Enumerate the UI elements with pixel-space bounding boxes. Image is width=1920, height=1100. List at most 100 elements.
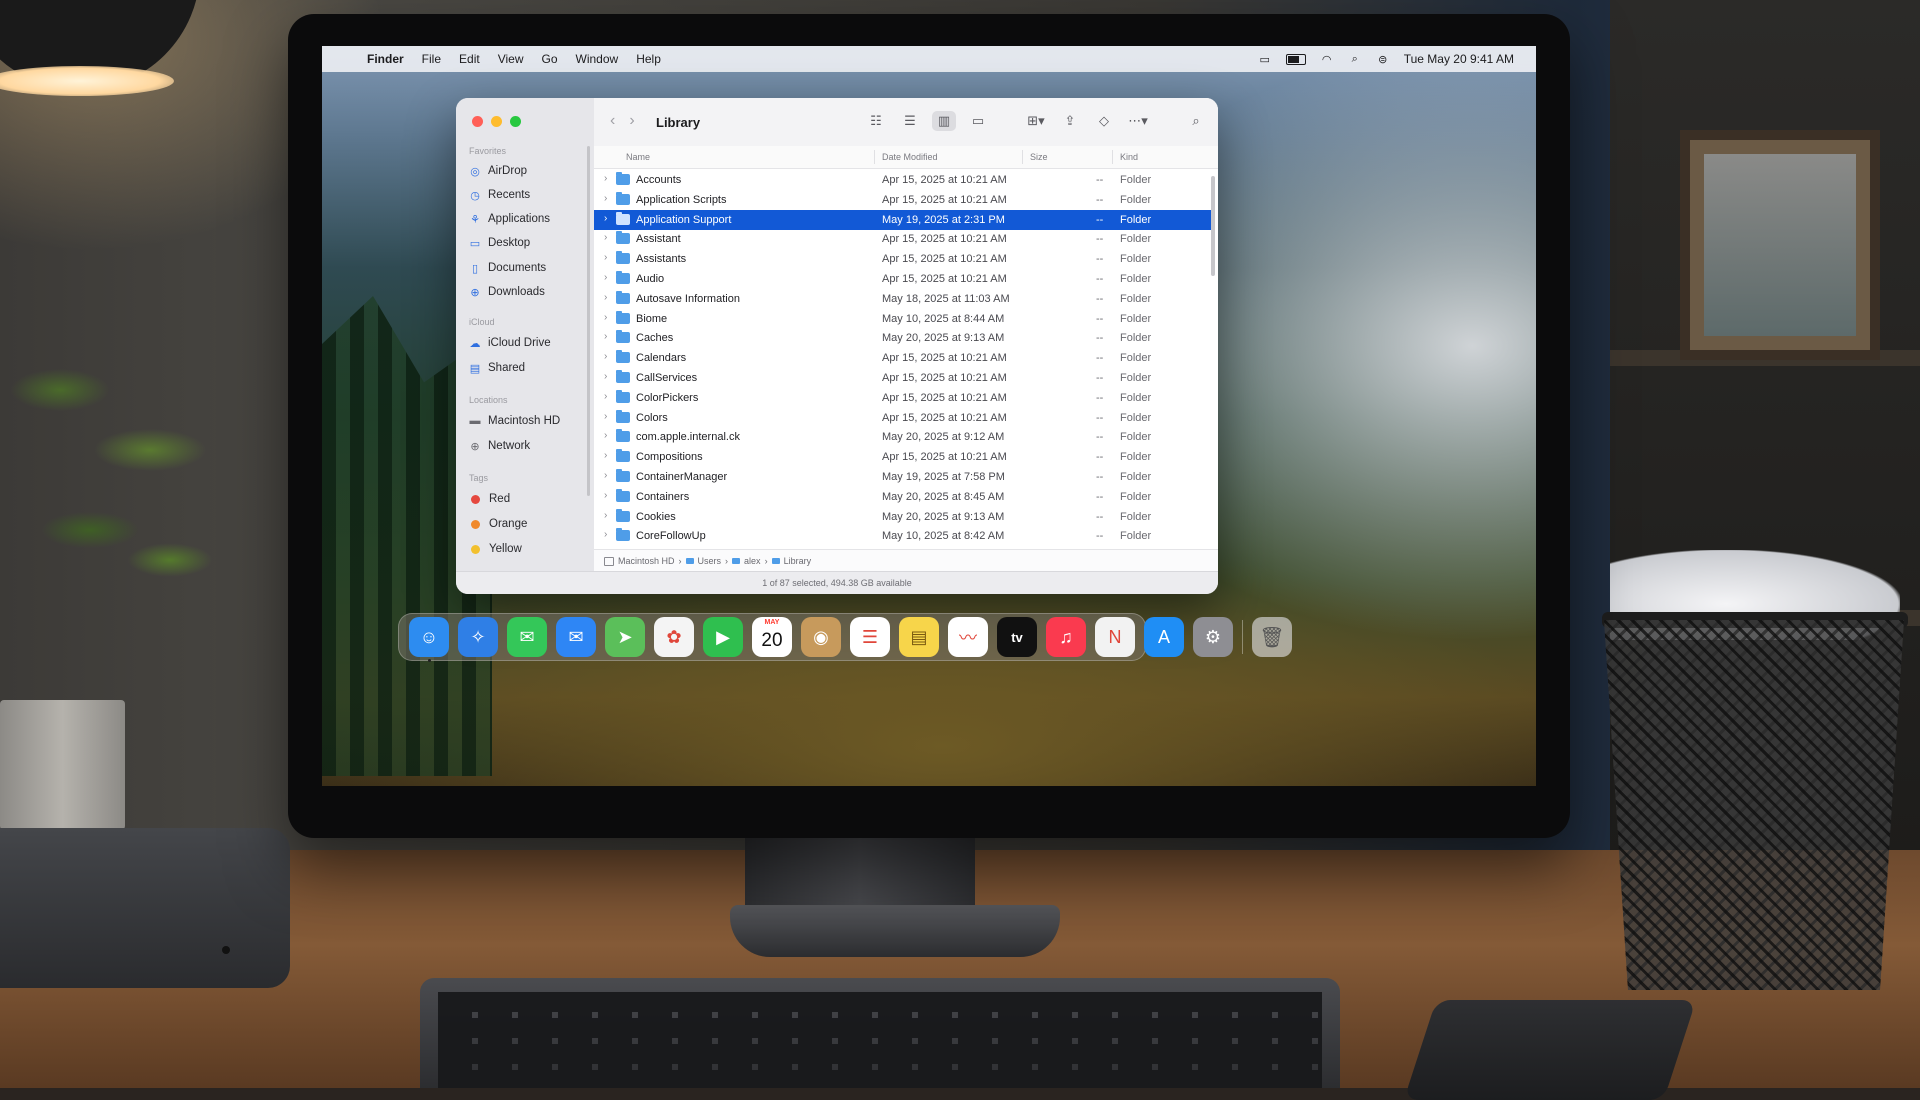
wifi-icon[interactable]: ◠ bbox=[1320, 54, 1334, 66]
table-row[interactable]: › CallServices Apr 15, 2025 at 10:21 AM -- F… bbox=[594, 368, 1212, 388]
sidebar-item-macintosh-hd[interactable]: ▬ Macintosh HD bbox=[469, 412, 561, 430]
table-row[interactable]: › Cookies May 20, 2025 at 9:13 AM -- Folder bbox=[594, 507, 1212, 527]
sidebar-item-shared[interactable]: ▤ Shared bbox=[469, 359, 525, 377]
calendar-icon[interactable]: MAY 20 bbox=[752, 617, 792, 657]
table-row[interactable]: › Application Scripts Apr 15, 2025 at 10:2… bbox=[594, 190, 1212, 210]
table-row[interactable]: › Application Support May 19, 2025 at 2:31… bbox=[594, 209, 1212, 230]
table-row[interactable]: › Colors Apr 15, 2025 at 10:21 AM -- Folder bbox=[594, 408, 1212, 428]
trash-icon[interactable]: 🗑 bbox=[1252, 617, 1292, 657]
disclosure-chevron-icon[interactable]: › bbox=[604, 272, 607, 283]
table-row[interactable]: › CoreFollowUp May 10, 2025 at 8:42 AM -- Fo… bbox=[594, 526, 1212, 546]
sidebar-item-icloud-drive[interactable]: ☁ iCloud Drive bbox=[469, 334, 551, 352]
spotlight-search-icon[interactable]: ⌕ bbox=[1348, 53, 1362, 65]
disclosure-chevron-icon[interactable]: › bbox=[604, 232, 607, 243]
sidebar-item-tag-orange[interactable]: Orange bbox=[469, 515, 527, 533]
more-actions-icon[interactable]: ⋯▾ bbox=[1126, 111, 1150, 131]
path-item-alex[interactable]: alex bbox=[744, 556, 761, 566]
disclosure-chevron-icon[interactable]: › bbox=[604, 411, 607, 422]
close-window-button[interactable] bbox=[472, 116, 483, 127]
table-row[interactable]: › Accounts Apr 15, 2025 at 10:21 AM -- Folde… bbox=[594, 170, 1212, 190]
minimize-window-button[interactable] bbox=[491, 116, 502, 127]
sidebar-item-applications[interactable]: ⚘ Applications bbox=[469, 210, 550, 228]
disclosure-chevron-icon[interactable]: › bbox=[604, 331, 607, 342]
table-row[interactable]: › Assistant Apr 15, 2025 at 10:21 AM -- Fold… bbox=[594, 229, 1212, 249]
list-view-icon[interactable]: ☰ bbox=[898, 111, 922, 131]
photos-icon[interactable]: ✿ bbox=[654, 617, 694, 657]
disclosure-chevron-icon[interactable]: › bbox=[604, 529, 607, 540]
disclosure-chevron-icon[interactable]: › bbox=[604, 193, 607, 204]
news-icon[interactable]: N bbox=[1095, 617, 1135, 657]
table-row[interactable]: › Calendars Apr 15, 2025 at 10:21 AM -- Fold… bbox=[594, 348, 1212, 368]
path-item-library[interactable]: Library bbox=[784, 556, 812, 566]
reminders-icon[interactable]: ☰ bbox=[850, 617, 890, 657]
menu-bar-clock[interactable]: Tue May 20 9:41 AM bbox=[1404, 52, 1514, 66]
battery-icon[interactable] bbox=[1285, 53, 1306, 65]
table-row[interactable]: › Compositions Apr 15, 2025 at 10:21 AM -- F… bbox=[594, 447, 1212, 467]
table-row[interactable]: › ColorPickers Apr 15, 2025 at 10:21 AM -- F… bbox=[594, 388, 1212, 408]
music-icon[interactable]: ♫ bbox=[1046, 617, 1086, 657]
disclosure-chevron-icon[interactable]: › bbox=[604, 371, 607, 382]
column-header-date-modified[interactable]: Date Modified bbox=[882, 152, 938, 162]
group-by-icon[interactable]: ⊞▾ bbox=[1024, 111, 1048, 131]
sidebar-item-downloads[interactable]: ⊕ Downloads bbox=[469, 283, 545, 301]
disclosure-chevron-icon[interactable]: › bbox=[604, 252, 607, 263]
sidebar-item-tag-yellow[interactable]: Yellow bbox=[469, 540, 522, 558]
column-view-icon[interactable]: ▥ bbox=[932, 111, 956, 131]
contacts-icon[interactable]: ◉ bbox=[801, 617, 841, 657]
back-chevron-icon[interactable]: ‹ bbox=[610, 112, 615, 130]
sidebar-item-documents[interactable]: ▯ Documents bbox=[469, 259, 546, 277]
tag-icon[interactable]: ◇ bbox=[1092, 111, 1116, 131]
apple-tv-icon[interactable]: tv bbox=[997, 617, 1037, 657]
sidebar-item-network[interactable]: ⊕ Network bbox=[469, 437, 530, 455]
system-settings-icon[interactable]: ⚙ bbox=[1193, 617, 1233, 657]
table-row[interactable]: › Audio Apr 15, 2025 at 10:21 AM -- Folder bbox=[594, 269, 1212, 289]
table-row[interactable]: › Autosave Information May 18, 2025 at 11:… bbox=[594, 289, 1212, 309]
table-row[interactable]: › ContainerManager May 19, 2025 at 7:58 PM… bbox=[594, 467, 1212, 487]
sidebar-item-desktop[interactable]: ▭ Desktop bbox=[469, 234, 530, 252]
disclosure-chevron-icon[interactable]: › bbox=[604, 173, 607, 184]
disclosure-chevron-icon[interactable]: › bbox=[604, 510, 607, 521]
path-item-users[interactable]: Users bbox=[698, 556, 722, 566]
disclosure-chevron-icon[interactable]: › bbox=[604, 391, 607, 402]
finder-icon[interactable]: ☺ bbox=[409, 617, 449, 662]
forward-chevron-icon[interactable]: › bbox=[629, 112, 634, 130]
app-store-icon[interactable]: A bbox=[1144, 617, 1184, 657]
mail-icon[interactable]: ✉ bbox=[556, 617, 596, 657]
menu-edit[interactable]: Edit bbox=[450, 52, 489, 66]
gallery-view-icon[interactable]: ▭ bbox=[966, 111, 990, 131]
column-header-name[interactable]: Name bbox=[626, 152, 650, 162]
facetime-icon[interactable]: ▶ bbox=[703, 617, 743, 657]
screen-mirroring-icon[interactable]: ▭ bbox=[1258, 54, 1272, 66]
disclosure-chevron-icon[interactable]: › bbox=[604, 470, 607, 481]
menu-help[interactable]: Help bbox=[627, 52, 670, 66]
menu-view[interactable]: View bbox=[489, 52, 533, 66]
disclosure-chevron-icon[interactable]: › bbox=[604, 430, 607, 441]
desktop[interactable]: Finder File Edit View Go Window Help ▭ ◠… bbox=[322, 46, 1536, 786]
sidebar-item-recents[interactable]: ◷ Recents bbox=[469, 186, 530, 204]
disclosure-chevron-icon[interactable]: › bbox=[604, 292, 607, 303]
disclosure-chevron-icon[interactable]: › bbox=[604, 312, 607, 323]
safari-icon[interactable]: ✧ bbox=[458, 617, 498, 657]
sidebar-scrollbar[interactable] bbox=[587, 146, 590, 496]
maps-icon[interactable]: ➤ bbox=[605, 617, 645, 657]
control-center-icon[interactable]: ⊜ bbox=[1376, 54, 1390, 66]
menu-go[interactable]: Go bbox=[533, 52, 567, 66]
file-list-scrollbar[interactable] bbox=[1211, 176, 1215, 276]
table-row[interactable]: › Assistants Apr 15, 2025 at 10:21 AM -- Fol… bbox=[594, 249, 1212, 269]
sidebar-item-airdrop[interactable]: ◎ AirDrop bbox=[469, 162, 527, 180]
icon-view-icon[interactable]: ☷ bbox=[864, 111, 888, 131]
search-icon[interactable]: ⌕ bbox=[1184, 111, 1208, 131]
sidebar-item-tag-red[interactable]: Red bbox=[469, 490, 510, 508]
path-item-macintosh-hd[interactable]: Macintosh HD bbox=[618, 556, 675, 566]
table-row[interactable]: › Caches May 20, 2025 at 9:13 AM -- Folder bbox=[594, 328, 1212, 348]
table-row[interactable]: › com.apple.internal.ck May 20, 2025 at 9:… bbox=[594, 427, 1212, 447]
share-icon[interactable]: ⇪ bbox=[1058, 111, 1082, 131]
freeform-icon[interactable]: 〰 bbox=[948, 617, 988, 657]
menu-window[interactable]: Window bbox=[567, 52, 628, 66]
messages-icon[interactable]: ✉ bbox=[507, 617, 547, 657]
disclosure-chevron-icon[interactable]: › bbox=[604, 351, 607, 362]
zoom-window-button[interactable] bbox=[510, 116, 521, 127]
column-header-size[interactable]: Size bbox=[1030, 152, 1048, 162]
menu-file[interactable]: File bbox=[413, 52, 450, 66]
menu-app-finder[interactable]: Finder bbox=[358, 52, 413, 66]
